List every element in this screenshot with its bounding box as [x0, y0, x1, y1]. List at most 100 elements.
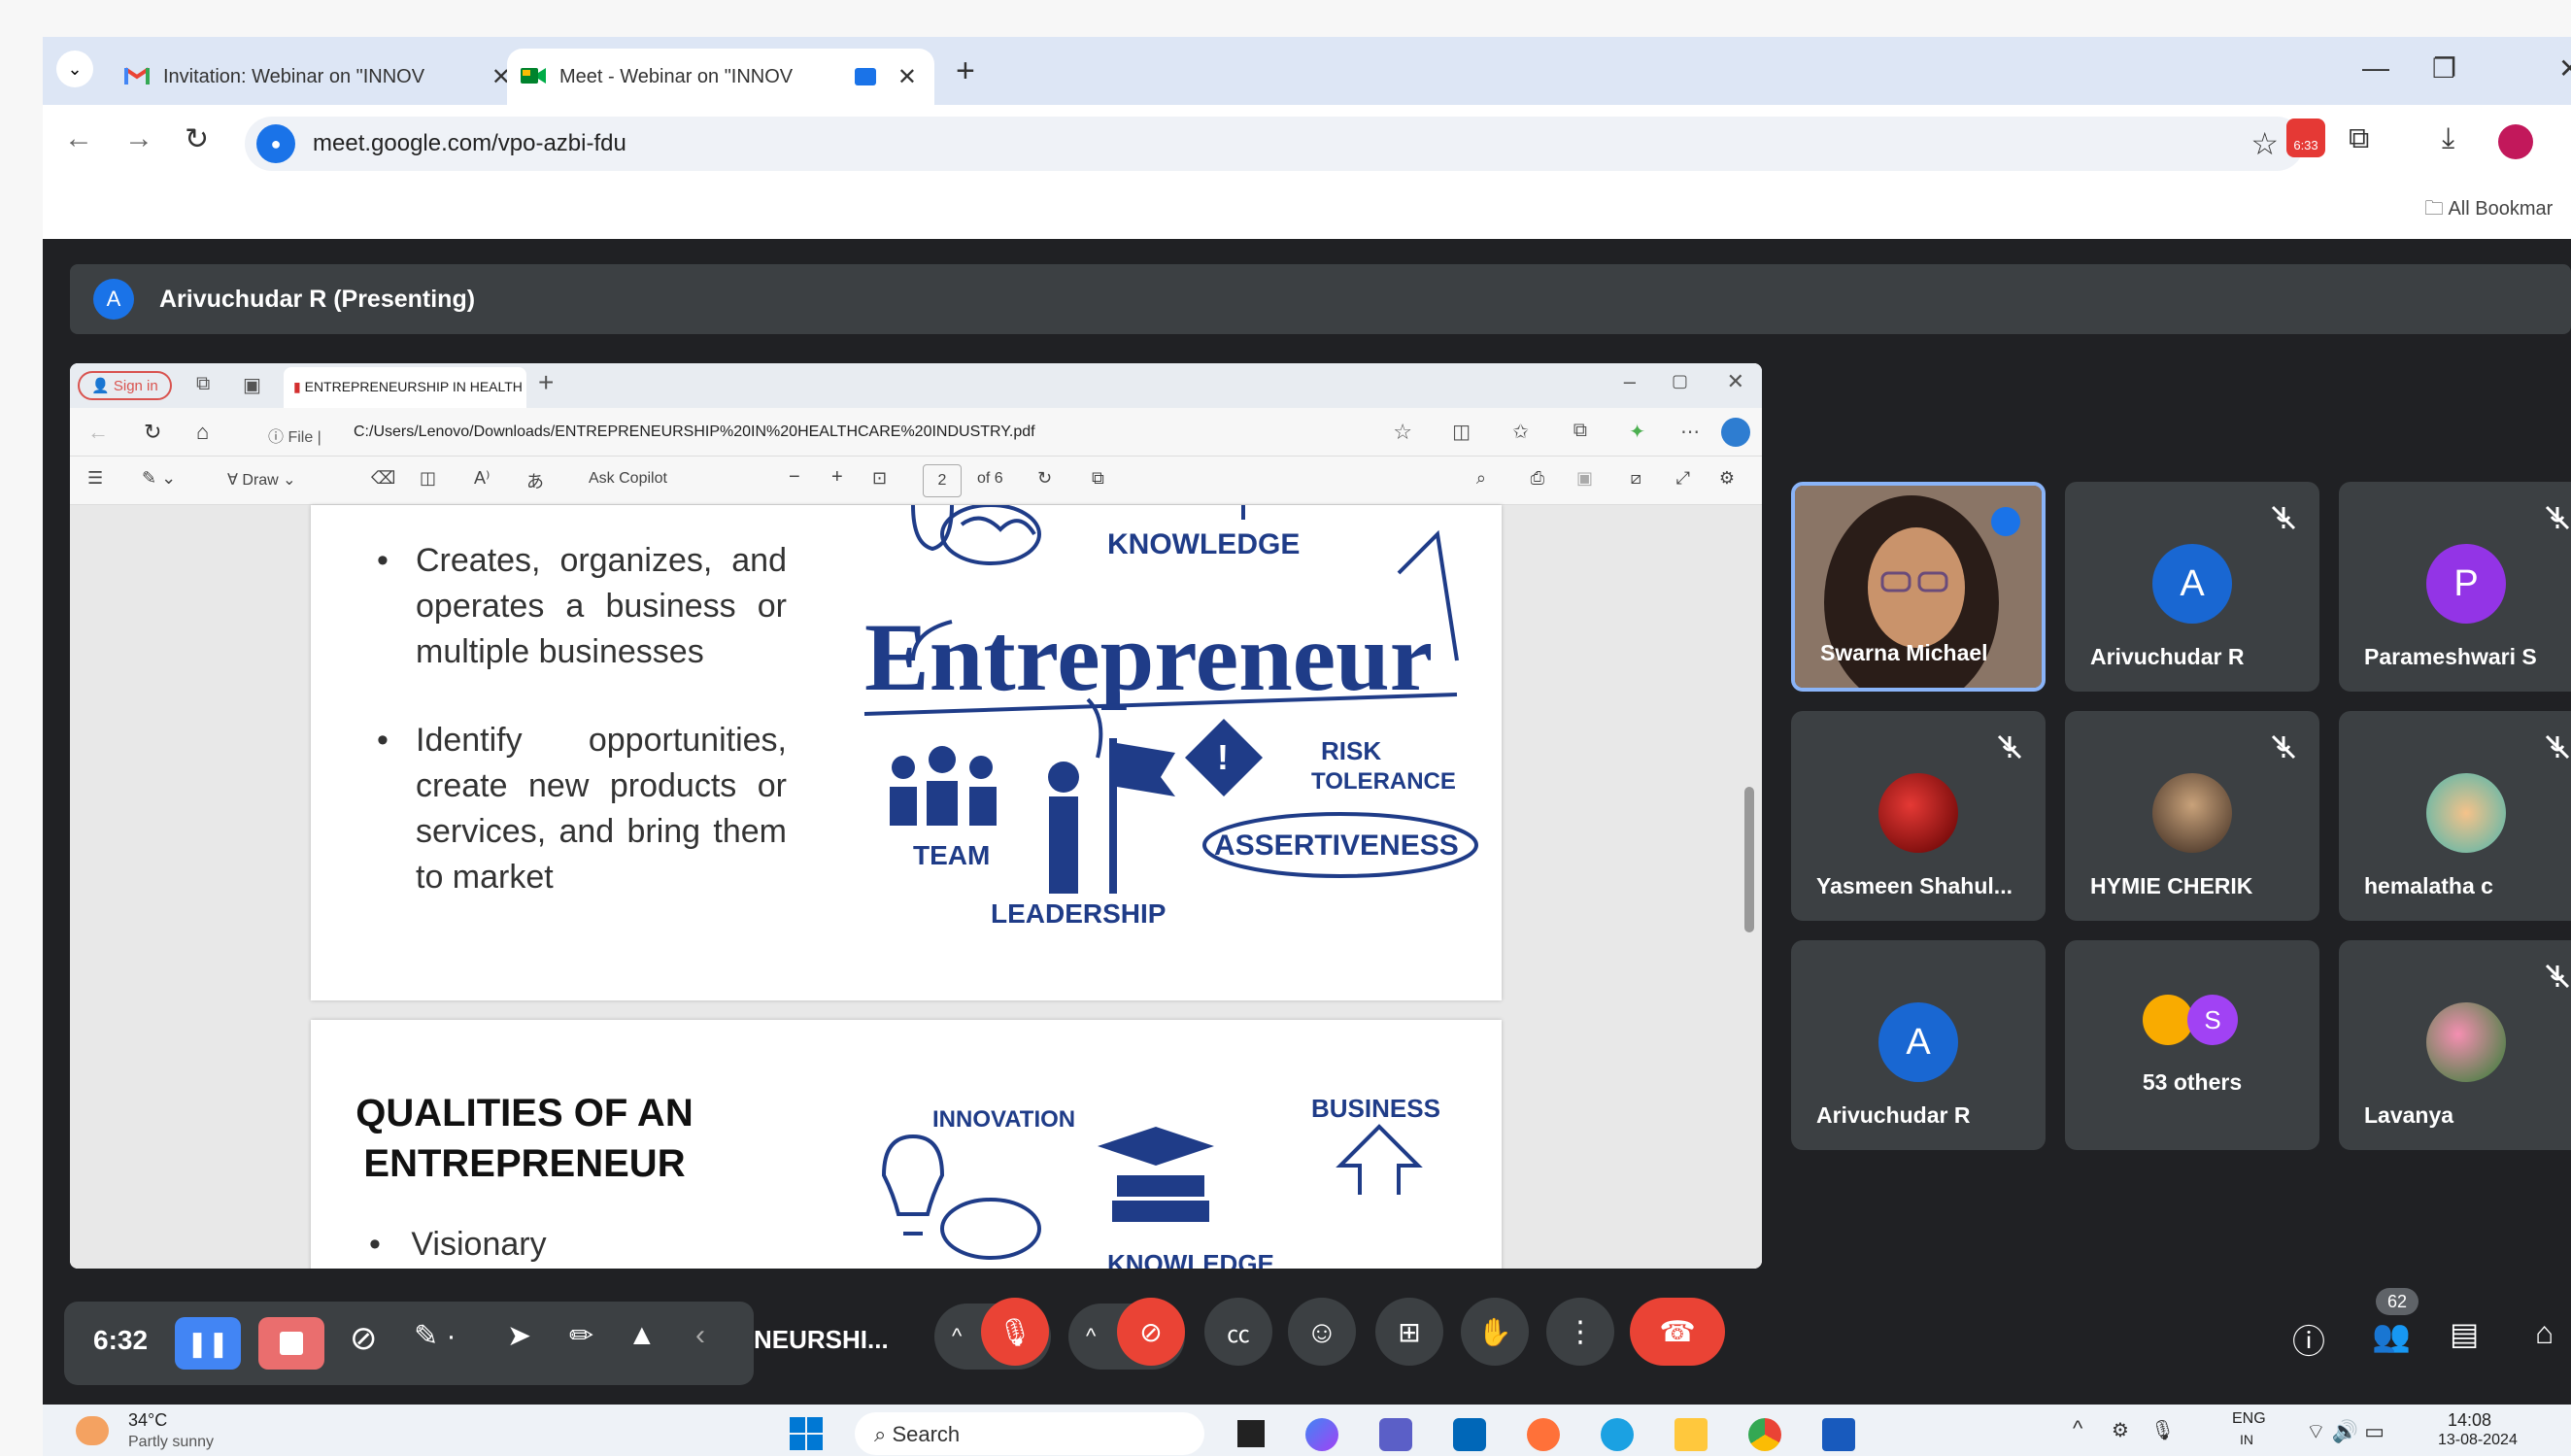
zoom-out-icon[interactable]: −: [789, 466, 800, 489]
file-explorer-icon[interactable]: [1675, 1418, 1708, 1451]
all-bookmarks-button[interactable]: 🗀 All Bookmar: [2424, 194, 2553, 227]
clock-time[interactable]: 14:08: [2448, 1410, 2491, 1431]
tray-mic-icon[interactable]: 🎙: [2150, 1418, 2175, 1442]
tab-actions-icon[interactable]: ▣: [243, 373, 261, 397]
participant-tile[interactable]: hemalatha c: [2339, 711, 2571, 921]
favorites-icon[interactable]: ✩: [1512, 420, 1529, 444]
store-icon[interactable]: [1453, 1418, 1486, 1451]
back-icon[interactable]: ←: [64, 122, 93, 155]
chrome-taskbar-icon[interactable]: [1748, 1418, 1781, 1451]
edge-new-tab-button[interactable]: +: [538, 367, 554, 398]
edge-close-button[interactable]: ✕: [1727, 369, 1744, 394]
edge-url-text[interactable]: C:/Users/Lenovo/Downloads/ENTREPRENEURSH…: [354, 423, 1035, 441]
save-as-icon[interactable]: ⧄: [1631, 468, 1641, 489]
camera-off-icon[interactable]: ⊘: [350, 1319, 378, 1358]
draw-button[interactable]: ∀ Draw ⌄: [227, 470, 296, 490]
participant-tile[interactable]: P Parameshwari S: [2339, 482, 2571, 692]
close-window-button[interactable]: ✕: [2558, 52, 2571, 85]
profile-avatar[interactable]: [2498, 124, 2533, 159]
contents-icon[interactable]: ☰: [87, 468, 103, 489]
task-view-icon[interactable]: [1237, 1420, 1265, 1447]
captions-button[interactable]: ㏄: [1204, 1298, 1272, 1366]
edge-signin-button[interactable]: 👤 Sign in: [78, 371, 172, 400]
tab-gmail-invitation[interactable]: Invitation: Webinar on "INNOV ✕: [111, 49, 528, 105]
wifi-volume-battery-icon[interactable]: ⌔ 🔊 ▭: [2306, 1418, 2385, 1445]
extensions-icon[interactable]: ⧉: [2349, 122, 2369, 155]
camera-off-button[interactable]: ⊘: [1117, 1298, 1185, 1366]
reload-icon[interactable]: ↻: [185, 122, 209, 156]
tray-overflow-icon[interactable]: ^: [2073, 1416, 2082, 1441]
collapse-icon[interactable]: ‹: [695, 1319, 705, 1352]
more-options-button[interactable]: ⋮: [1546, 1298, 1614, 1366]
participant-tile-self[interactable]: Swarna Michael: [1791, 482, 2046, 692]
participant-tile[interactable]: Yasmeen Shahul...: [1791, 711, 2046, 921]
tray-icon[interactable]: ⚙: [2112, 1418, 2129, 1442]
activities-icon[interactable]: ⌂: [2535, 1315, 2554, 1351]
fit-page-icon[interactable]: ⊡: [872, 468, 887, 489]
mic-toggle-icon[interactable]: ✎ ·: [414, 1319, 456, 1353]
settings-icon[interactable]: ⚙: [1719, 468, 1735, 489]
new-tab-button[interactable]: +: [956, 52, 975, 90]
raise-hand-button[interactable]: ✋: [1461, 1298, 1529, 1366]
others-tile[interactable]: S 53 others: [2065, 940, 2319, 1150]
pause-recording-button[interactable]: ❚❚: [175, 1317, 241, 1370]
extension-icon[interactable]: ✦: [1629, 420, 1645, 444]
translate-icon[interactable]: あ: [526, 468, 544, 493]
two-page-icon[interactable]: ⧉: [1092, 468, 1104, 489]
pdf-scrollbar[interactable]: [1744, 787, 1754, 932]
taskbar-search[interactable]: ⌕ Search: [855, 1412, 1204, 1455]
word-icon[interactable]: [1822, 1418, 1855, 1451]
leave-call-button[interactable]: ☎: [1630, 1298, 1725, 1366]
pdf-viewer[interactable]: Creates, organizes, and operates a busin…: [70, 505, 1762, 1269]
page-view-icon[interactable]: ◫: [420, 468, 436, 489]
edge-pdf-tab[interactable]: ▮ ENTREPRENEURSHIP IN HEALTH ✕: [284, 367, 526, 408]
rotate-icon[interactable]: ↻: [1037, 468, 1052, 489]
participant-tile[interactable]: Lavanya: [2339, 940, 2571, 1150]
people-icon[interactable]: 👥: [2372, 1317, 2411, 1354]
chat-icon[interactable]: ▤: [2450, 1315, 2479, 1352]
edge-favorite-icon[interactable]: ☆: [1393, 420, 1412, 445]
save-icon[interactable]: ▣: [1576, 468, 1593, 489]
highlighter-icon[interactable]: ▲: [627, 1319, 657, 1352]
page-number-input[interactable]: 2: [923, 464, 962, 497]
pointer-icon[interactable]: ➤: [507, 1319, 531, 1353]
mic-off-button[interactable]: 🎙: [981, 1298, 1049, 1366]
edge-minimize-button[interactable]: –: [1624, 369, 1636, 394]
present-button[interactable]: ⊞: [1375, 1298, 1443, 1366]
edge-back-icon[interactable]: ←: [87, 420, 109, 445]
bookmark-star-icon[interactable]: ☆: [2250, 125, 2279, 162]
ask-copilot-button[interactable]: Ask Copilot: [589, 470, 667, 488]
weather-icon[interactable]: [76, 1416, 109, 1445]
pen-icon[interactable]: ✏: [569, 1319, 593, 1353]
collections-icon[interactable]: ⧉: [196, 373, 210, 395]
pdf-search-icon[interactable]: ⌕: [1476, 468, 1486, 489]
edge-home-icon[interactable]: ⌂: [196, 420, 209, 445]
close-tab-icon[interactable]: ✕: [897, 63, 917, 91]
split-screen-icon[interactable]: ◫: [1452, 420, 1471, 444]
tab-search-dropdown[interactable]: ⌄: [56, 51, 93, 87]
edge-restore-button[interactable]: ▢: [1672, 371, 1688, 391]
fullscreen-icon[interactable]: ⤢: [1676, 468, 1690, 489]
copilot-taskbar-icon[interactable]: [1305, 1418, 1338, 1451]
edge-taskbar-icon[interactable]: [1601, 1418, 1634, 1451]
meeting-info-icon[interactable]: ⓘ: [2292, 1315, 2325, 1363]
participant-tile[interactable]: A Arivuchudar R: [2065, 482, 2319, 692]
participant-tile[interactable]: A Arivuchudar R: [1791, 940, 2046, 1150]
copilot-icon[interactable]: [1721, 418, 1750, 447]
start-icon[interactable]: [789, 1416, 824, 1451]
collections-toolbar-icon[interactable]: ⧉: [1573, 420, 1587, 442]
language-indicator[interactable]: ENG: [2232, 1410, 2266, 1428]
extension-timer-icon[interactable]: 6:33: [2286, 119, 2325, 157]
firefox-icon[interactable]: [1527, 1418, 1560, 1451]
minimize-button[interactable]: —: [2362, 52, 2389, 84]
print-icon[interactable]: ⎙: [1531, 468, 1544, 489]
erase-icon[interactable]: ⌫: [371, 468, 395, 489]
participant-tile[interactable]: HYMIE CHERIK: [2065, 711, 2319, 921]
zoom-in-icon[interactable]: +: [831, 466, 843, 489]
teams-icon[interactable]: [1379, 1418, 1412, 1451]
download-icon[interactable]: ⤓: [2442, 122, 2454, 155]
tab-meet[interactable]: Meet - Webinar on "INNOV ✕: [507, 49, 934, 105]
stop-recording-button[interactable]: [258, 1317, 324, 1370]
restore-button[interactable]: ❐: [2432, 52, 2456, 85]
more-icon[interactable]: ⋯: [1680, 420, 1700, 444]
